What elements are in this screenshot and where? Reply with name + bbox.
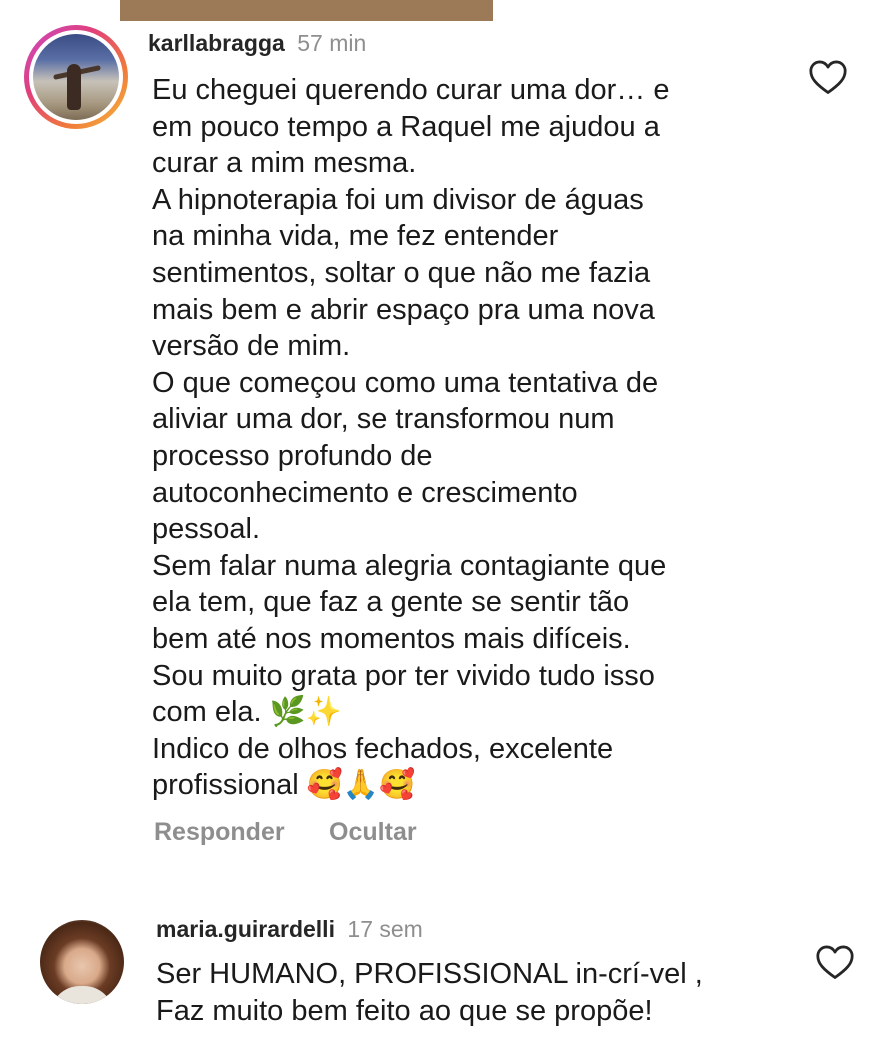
timestamp[interactable]: 17 sem: [347, 916, 422, 942]
comment-actions: Responder Ocultar: [154, 818, 417, 847]
comment-line: em pouco tempo a Raquel me ajudou a: [152, 110, 660, 143]
heart-outline-icon[interactable]: [815, 944, 855, 980]
comment-text: Eu cheguei querendo curar uma dor… e em …: [152, 72, 792, 804]
comment-line: mais bem e abrir espaço pra uma nova: [152, 293, 655, 326]
comment-line: na minha vida, me fez entender: [152, 220, 559, 253]
comment-line: pessoal.: [152, 513, 261, 546]
top-image-strip: [120, 0, 493, 21]
username[interactable]: karllabragga: [148, 30, 285, 56]
username[interactable]: maria.guirardelli: [156, 916, 335, 942]
comment-line: Sou muito grata por ter vivido tudo isso: [152, 659, 655, 692]
comment-line: Indico de olhos fechados, excelente: [152, 732, 614, 765]
comment-line: O que começou como uma tentativa de: [152, 366, 659, 399]
avatar[interactable]: [40, 920, 124, 1004]
comment-header: maria.guirardelli 17 sem: [156, 916, 423, 943]
comment-line: versão de mim.: [152, 330, 351, 363]
comment-line: com ela. 🌿✨: [152, 696, 342, 729]
avatar-photo: [33, 34, 119, 120]
comment-line: Eu cheguei querendo curar uma dor… e: [152, 74, 670, 106]
comment-line: processo profundo de: [152, 439, 433, 472]
comment-line: Ser HUMANO, PROFISSIONAL in-crí-vel ,: [156, 958, 703, 990]
comment-line: bem até nos momentos mais difíceis.: [152, 622, 631, 655]
comment-text: Ser HUMANO, PROFISSIONAL in-crí-vel , Fa…: [156, 956, 816, 1029]
timestamp[interactable]: 57 min: [297, 30, 366, 56]
comment-line: Sem falar numa alegria contagiante que: [152, 549, 667, 582]
comment-line: aliviar uma dor, se transformou num: [152, 403, 615, 436]
heart-outline-icon[interactable]: [808, 59, 848, 95]
comment-line: sentimentos, soltar o que não me fazia: [152, 256, 651, 289]
avatar[interactable]: [24, 25, 128, 129]
comment-line: curar a mim mesma.: [152, 147, 417, 180]
comment-line: profissional 🥰🙏🥰: [152, 769, 416, 802]
comment-header: karllabragga 57 min: [148, 30, 366, 57]
comment-line: A hipnoterapia foi um divisor de águas: [152, 183, 644, 216]
comment-line: autoconhecimento e crescimento: [152, 476, 578, 509]
comment-line: Faz muito bem feito ao que se propõe!: [156, 994, 653, 1027]
hide-button[interactable]: Ocultar: [329, 818, 417, 847]
reply-button[interactable]: Responder: [154, 818, 285, 847]
comment-line: ela tem, que faz a gente se sentir tão: [152, 586, 630, 619]
